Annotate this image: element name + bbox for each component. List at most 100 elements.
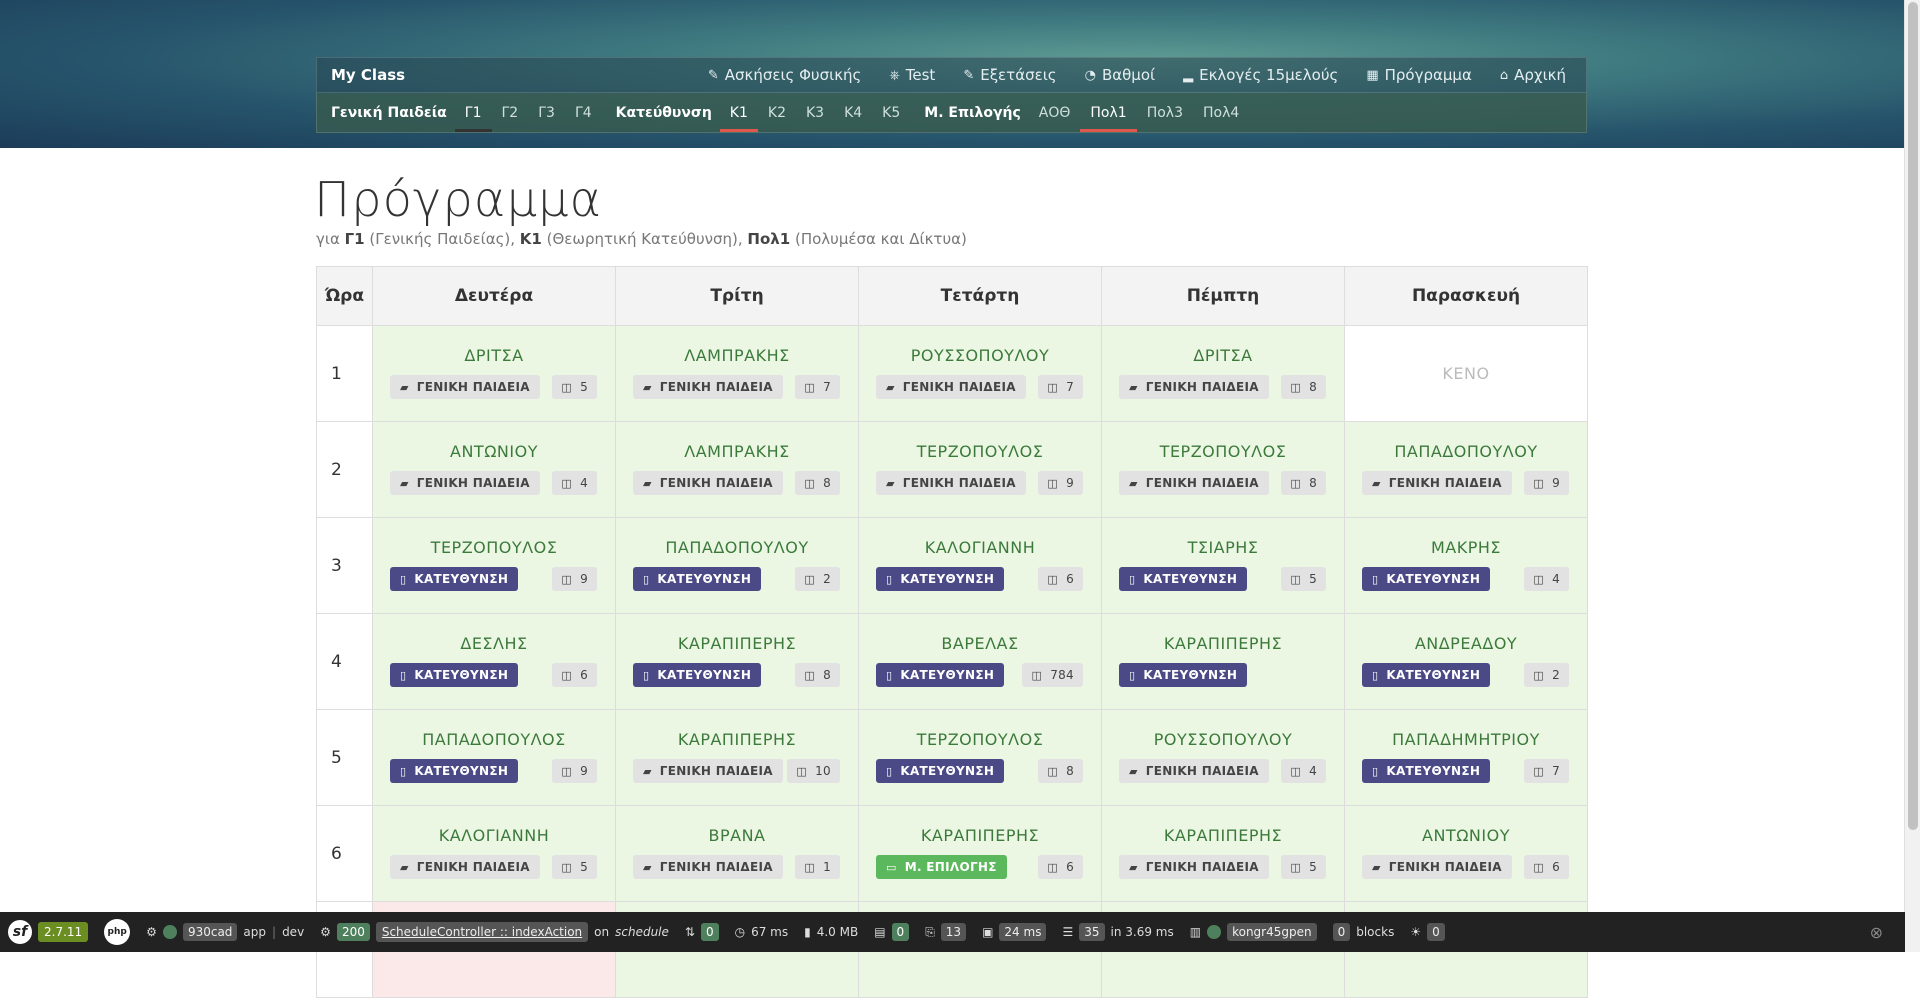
- header-day: Δευτέρα: [372, 266, 616, 326]
- subnav-tab[interactable]: Πολ1: [1080, 96, 1137, 132]
- schedule-cell[interactable]: ΔΡΙΤΣΑ ▰ ΓΕΝΙΚΗ ΠΑΙΔΕΙΑ ◫ 8: [1101, 325, 1345, 422]
- nav-link-2[interactable]: ✎ Εξετάσεις: [949, 66, 1070, 84]
- toolbar-blocks[interactable]: 0 blocks: [1325, 912, 1403, 952]
- schedule-cell[interactable]: ΚΑΡΑΠΙΠΕΡΗΣ ▭ Μ. ΕΠΙΛΟΓΗΣ ◫ 6: [858, 805, 1102, 902]
- toolbar-translation[interactable]: ⎘ 13: [917, 912, 974, 952]
- cell-badges: ▰ ΓΕΝΙΚΗ ΠΑΙΔΕΙΑ ◫ 9: [1362, 471, 1569, 495]
- schedule-cell[interactable]: ΛΑΜΠΡΑΚΗΣ ▰ ΓΕΝΙΚΗ ΠΑΙΔΕΙΑ ◫ 7: [615, 325, 859, 422]
- brand-link[interactable]: My Class: [331, 66, 405, 84]
- toolbar-logs[interactable]: ▤ 0: [866, 912, 917, 952]
- subnav-tab[interactable]: Κ4: [834, 96, 872, 132]
- scrollbar-thumb[interactable]: [1908, 2, 1918, 830]
- toolbar-forms[interactable]: ⇅ 0: [677, 912, 727, 952]
- subnav-tab[interactable]: Κ3: [796, 96, 834, 132]
- schedule-cell[interactable]: ΡΟΥΣΣΟΠΟΥΛΟΥ ▰ ΓΕΝΙΚΗ ΠΑΙΔΕΙΑ ◫ 4: [1101, 709, 1345, 806]
- cell-badges: ▰ ΓΕΝΙΚΗ ΠΑΙΔΕΙΑ ◫ 1: [633, 855, 840, 879]
- schedule-cell[interactable]: ΒΑΡΕΛΑΣ ▯ ΚΑΤΕΥΘΥΝΣΗ ◫ 784: [858, 613, 1102, 710]
- toolbar-request[interactable]: ⚙ 200 ScheduleController :: indexAction …: [312, 912, 677, 952]
- schedule-cell-empty[interactable]: ΚΕΝΟ: [1344, 325, 1588, 422]
- subnav-tab[interactable]: Πολ3: [1137, 96, 1193, 132]
- nav-link-6[interactable]: ⌂ Αρχική: [1486, 66, 1580, 84]
- schedule-cell[interactable]: ΚΑΛΟΓΙΑΝΝΗ ▰ ΓΕΝΙΚΗ ΠΑΙΔΕΙΑ ◫ 5: [372, 805, 616, 902]
- room-badge: ◫ 5: [1281, 567, 1326, 591]
- schedule-cell[interactable]: ΚΑΡΑΠΙΠΕΡΗΣ ▰ ΓΕΝΙΚΗ ΠΑΙΔΕΙΑ ◫ 10: [615, 709, 859, 806]
- teacher-name: ΚΑΛΟΓΙΑΝΝΗ: [924, 538, 1036, 557]
- toolbar-db[interactable]: ☰ 35 in 3.69 ms: [1054, 912, 1181, 952]
- cell-badges: ▰ ΓΕΝΙΚΗ ΠΑΙΔΕΙΑ ◫ 7: [633, 375, 840, 399]
- toolbar-symfony[interactable]: sf 2.7.11: [0, 912, 96, 952]
- subnav-tab[interactable]: Πολ4: [1193, 96, 1249, 132]
- cell-badges: ▰ ΓΕΝΙΚΗ ΠΑΙΔΕΙΑ ◫ 4: [390, 471, 597, 495]
- toolbar-memory[interactable]: ▮ 4.0 MB: [796, 912, 866, 952]
- columns-icon: ◫: [1533, 476, 1545, 490]
- schedule-cell[interactable]: ΚΑΛΟΓΙΑΝΝΗ ▯ ΚΑΤΕΥΘΥΝΣΗ ◫ 6: [858, 517, 1102, 614]
- book-icon: ▰: [400, 380, 409, 394]
- schedule-cell[interactable]: ΡΟΥΣΣΟΠΟΥΛΟΥ ▰ ΓΕΝΙΚΗ ΠΑΙΔΕΙΑ ◫ 7: [858, 325, 1102, 422]
- course-type-badge: ▰ ΓΕΝΙΚΗ ΠΑΙΔΕΙΑ: [633, 375, 783, 399]
- nav-link-5[interactable]: ▦ Πρόγραμμα: [1352, 66, 1486, 84]
- course-type-label: ΓΕΝΙΚΗ ΠΑΙΔΕΙΑ: [1145, 380, 1259, 394]
- room-badge: ◫ 4: [552, 471, 597, 495]
- subnav-tab[interactable]: Κ2: [758, 96, 796, 132]
- schedule-cell[interactable]: ΤΕΡΖΟΠΟΥΛΟΣ ▯ ΚΑΤΕΥΘΥΝΣΗ ◫ 8: [858, 709, 1102, 806]
- subnav-tab[interactable]: Γ4: [565, 96, 602, 132]
- schedule-cell[interactable]: ΤΕΡΖΟΠΟΥΛΟΣ ▰ ΓΕΝΙΚΗ ΠΑΙΔΕΙΑ ◫ 9: [858, 421, 1102, 518]
- course-type-label: ΓΕΝΙΚΗ ΠΑΙΔΕΙΑ: [659, 380, 773, 394]
- schedule-cell[interactable]: ΠΑΠΑΔΟΠΟΥΛΟΣ ▯ ΚΑΤΕΥΘΥΝΣΗ ◫ 9: [372, 709, 616, 806]
- schedule-cell[interactable]: ΤΣΙΑΡΗΣ ▯ ΚΑΤΕΥΘΥΝΣΗ ◫ 5: [1101, 517, 1345, 614]
- schedule-cell[interactable]: ΑΝΤΩΝΙΟΥ ▰ ΓΕΝΙΚΗ ΠΑΙΔΕΙΑ ◫ 4: [372, 421, 616, 518]
- course-type-badge: ▰ ΓΕΝΙΚΗ ΠΑΙΔΕΙΑ: [390, 855, 540, 879]
- toolbar-render[interactable]: ▣ 24 ms: [974, 912, 1054, 952]
- nav-link-0[interactable]: ✎ Ασκήσεις Φυσικής: [694, 66, 876, 84]
- teacher-name: ΤΕΡΖΟΠΟΥΛΟΣ: [1159, 442, 1287, 461]
- nav-link-3[interactable]: ◔ Βαθμοί: [1071, 66, 1170, 84]
- course-type-label: ΓΕΝΙΚΗ ΠΑΙΔΕΙΑ: [1388, 860, 1502, 874]
- schedule-cell[interactable]: ΚΑΡΑΠΙΠΕΡΗΣ ▯ ΚΑΤΕΥΘΥΝΣΗ ◫ 8: [615, 613, 859, 710]
- schedule-cell[interactable]: ΚΑΡΑΠΙΠΕΡΗΣ ▯ ΚΑΤΕΥΘΥΝΣΗ: [1101, 613, 1345, 710]
- subnav-tab[interactable]: Κ1: [719, 96, 758, 132]
- schedule-cell[interactable]: ΠΑΠΑΔΟΠΟΥΛΟΥ ▰ ΓΕΝΙΚΗ ΠΑΙΔΕΙΑ ◫ 9: [1344, 421, 1588, 518]
- subnav-tab[interactable]: Γ1: [454, 96, 492, 132]
- memory-icon: ▮: [804, 925, 811, 939]
- columns-icon: ◫: [561, 476, 573, 490]
- cell-badges: ▯ ΚΑΤΕΥΘΥΝΣΗ: [1119, 663, 1326, 687]
- schedule-cell[interactable]: ΜΑΚΡΗΣ ▯ ΚΑΤΕΥΘΥΝΣΗ ◫ 4: [1344, 517, 1588, 614]
- toolbar-php[interactable]: php: [96, 912, 138, 952]
- toolbar-user[interactable]: ▥ kongr45gpen: [1182, 912, 1325, 952]
- room-badge: ◫ 6: [1038, 855, 1083, 879]
- columns-icon: ◫: [1047, 476, 1059, 490]
- teacher-name: ΠΑΠΑΔΗΜΗΤΡΙΟΥ: [1392, 730, 1540, 749]
- toolbar-time[interactable]: ◷ 67 ms: [727, 912, 797, 952]
- course-type-label: ΚΑΤΕΥΘΥΝΣΗ: [414, 764, 509, 778]
- schedule-cell[interactable]: ΔΕΣΛΗΣ ▯ ΚΑΤΕΥΘΥΝΣΗ ◫ 6: [372, 613, 616, 710]
- toolbar-config[interactable]: ⚙ 930cad app | dev: [138, 912, 312, 952]
- subnav-tab[interactable]: Γ3: [528, 96, 565, 132]
- schedule-cell[interactable]: ΛΑΜΠΡΑΚΗΣ ▰ ΓΕΝΙΚΗ ΠΑΙΔΕΙΑ ◫ 8: [615, 421, 859, 518]
- header-day: Τετάρτη: [858, 266, 1102, 326]
- schedule-cell[interactable]: ΚΑΡΑΠΙΠΕΡΗΣ ▰ ΓΕΝΙΚΗ ΠΑΙΔΕΙΑ ◫ 5: [1101, 805, 1345, 902]
- page-scrollbar[interactable]: [1904, 0, 1920, 952]
- columns-icon: ◫: [804, 380, 816, 394]
- teacher-name: ΚΑΡΑΠΙΠΕΡΗΣ: [677, 634, 797, 653]
- book-icon: ▰: [1129, 476, 1138, 490]
- nav-link-1[interactable]: ⎈ Test: [875, 66, 949, 84]
- cell-badges: ▯ ΚΑΤΕΥΘΥΝΣΗ ◫ 6: [390, 663, 597, 687]
- schedule-cell[interactable]: ΒΡΑΝΑ ▰ ΓΕΝΙΚΗ ΠΑΙΔΕΙΑ ◫ 1: [615, 805, 859, 902]
- nav-link-4[interactable]: ▂ Εκλογές 15μελούς: [1169, 66, 1352, 84]
- schedule-cell[interactable]: ΠΑΠΑΔΟΠΟΥΛΟΥ ▯ ΚΑΤΕΥΘΥΝΣΗ ◫ 2: [615, 517, 859, 614]
- schedule-cell[interactable]: ΠΑΠΑΔΗΜΗΤΡΙΟΥ ▯ ΚΑΤΕΥΘΥΝΣΗ ◫ 7: [1344, 709, 1588, 806]
- schedule-cell[interactable]: ΑΝΤΩΝΙΟΥ ▰ ΓΕΝΙΚΗ ΠΑΙΔΕΙΑ ◫ 6: [1344, 805, 1588, 902]
- subnav-tab[interactable]: ΑΟΘ: [1029, 96, 1081, 132]
- columns-icon: ◫: [804, 668, 816, 682]
- schedule-cell[interactable]: ΤΕΡΖΟΠΟΥΛΟΣ ▰ ΓΕΝΙΚΗ ΠΑΙΔΕΙΑ ◫ 8: [1101, 421, 1345, 518]
- schedule-cell[interactable]: ΤΕΡΖΟΠΟΥΛΟΣ ▯ ΚΑΤΕΥΘΥΝΣΗ ◫ 9: [372, 517, 616, 614]
- schedule-cell[interactable]: ΔΡΙΤΣΑ ▰ ΓΕΝΙΚΗ ΠΑΙΔΕΙΑ ◫ 5: [372, 325, 616, 422]
- schedule-cell[interactable]: ΑΝΔΡΕΑΔΟΥ ▯ ΚΑΤΕΥΘΥΝΣΗ ◫ 2: [1344, 613, 1588, 710]
- subnav-tab[interactable]: Κ5: [872, 96, 910, 132]
- subnav-group-label: Μ. Επιλογής: [924, 104, 1021, 121]
- subnav-group-label: Κατεύθυνση: [615, 104, 712, 121]
- subnav-tab[interactable]: Γ2: [492, 96, 529, 132]
- toolbar-twig[interactable]: ☀ 0: [1402, 912, 1452, 952]
- close-toolbar-icon[interactable]: ⊗: [1870, 923, 1883, 942]
- columns-icon: ◫: [1047, 764, 1059, 778]
